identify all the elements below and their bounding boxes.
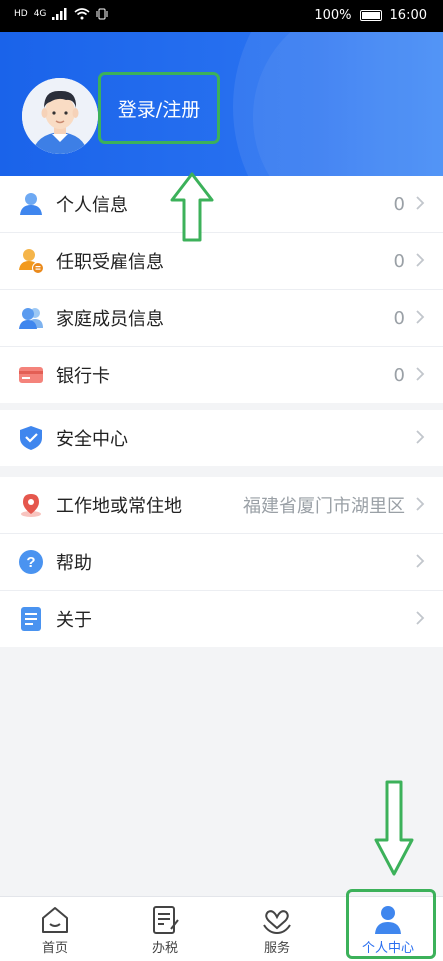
login-register-label: 登录/注册 — [117, 98, 201, 121]
chevron-right-icon — [416, 196, 425, 210]
security-group: 安全中心 — [0, 410, 443, 466]
row-label: 安全中心 — [56, 429, 128, 450]
nav-tax[interactable]: 办税 — [110, 897, 220, 961]
svg-text:?: ? — [26, 554, 35, 571]
row-value: 0 — [393, 364, 405, 386]
person-icon — [20, 193, 42, 215]
location-pin-icon — [21, 494, 41, 517]
document-icon — [21, 607, 41, 631]
row-label: 家庭成员信息 — [56, 309, 164, 330]
row-label: 任职受雇信息 — [56, 252, 164, 273]
shield-icon — [20, 426, 42, 450]
service-icon — [263, 910, 291, 935]
bank-card-icon — [19, 367, 43, 383]
avatar[interactable] — [22, 78, 98, 154]
chevron-right-icon — [416, 367, 425, 381]
family-icon — [19, 308, 43, 329]
row-value: 0 — [393, 193, 405, 215]
employment-icon — [19, 249, 44, 274]
row-label: 关于 — [56, 610, 92, 631]
row-value: 福建省厦门市湖里区 — [243, 496, 405, 517]
row-label: 个人信息 — [56, 195, 128, 216]
row-value: 0 — [393, 250, 405, 272]
profile-header: 登录/注册 — [0, 32, 443, 176]
chevron-right-icon — [416, 497, 425, 511]
chevron-right-icon — [416, 430, 425, 444]
bank-card-row[interactable]: 银行卡 0 — [0, 347, 443, 403]
tax-icon — [153, 906, 179, 934]
chevron-right-icon — [416, 253, 425, 267]
hd-indicator: HD — [14, 9, 28, 19]
active-tab-highlight — [346, 889, 436, 959]
battery-percent: 100% — [314, 8, 352, 23]
nav-label: 办税 — [151, 941, 178, 956]
status-bar: HD 4G 100% 16:00 — [0, 0, 443, 32]
arrow-down-annotation — [374, 780, 414, 876]
vibrate-icon — [96, 8, 108, 20]
work-location-row[interactable]: 工作地或常住地 福建省厦门市湖里区 — [0, 477, 443, 534]
personal-info-row[interactable]: 个人信息 0 — [0, 176, 443, 233]
nav-service[interactable]: 服务 — [222, 897, 332, 961]
row-label: 银行卡 — [56, 366, 110, 387]
chevron-right-icon — [416, 310, 425, 324]
about-row[interactable]: 关于 — [0, 591, 443, 647]
nav-label: 首页 — [41, 941, 68, 956]
battery-icon — [359, 10, 382, 21]
nav-home[interactable]: 首页 — [0, 897, 110, 961]
row-label: 工作地或常住地 — [56, 496, 182, 517]
row-label: 帮助 — [56, 553, 92, 574]
security-center-row[interactable]: 安全中心 — [0, 410, 443, 466]
other-settings-group: 工作地或常住地 福建省厦门市湖里区 ? 帮助 关于 — [0, 477, 443, 647]
help-icon: ? — [19, 550, 43, 574]
chevron-right-icon — [416, 554, 425, 568]
home-icon — [42, 907, 68, 933]
employment-info-row[interactable]: 任职受雇信息 0 — [0, 233, 443, 290]
nav-label: 服务 — [263, 941, 290, 956]
wifi-icon — [74, 8, 90, 20]
personal-info-group: 个人信息 0 任职受雇信息 0 家庭成员信息 0 银行卡 0 — [0, 176, 443, 403]
family-info-row[interactable]: 家庭成员信息 0 — [0, 290, 443, 347]
arrow-up-annotation — [170, 172, 214, 242]
login-register-button[interactable]: 登录/注册 — [98, 72, 220, 144]
help-row[interactable]: ? 帮助 — [0, 534, 443, 591]
clock: 16:00 — [389, 8, 427, 23]
avatar-icon — [22, 78, 98, 154]
network-indicator: 4G — [33, 9, 47, 19]
signal-icon — [52, 8, 67, 20]
chevron-right-icon — [416, 611, 425, 625]
row-value: 0 — [393, 307, 405, 329]
